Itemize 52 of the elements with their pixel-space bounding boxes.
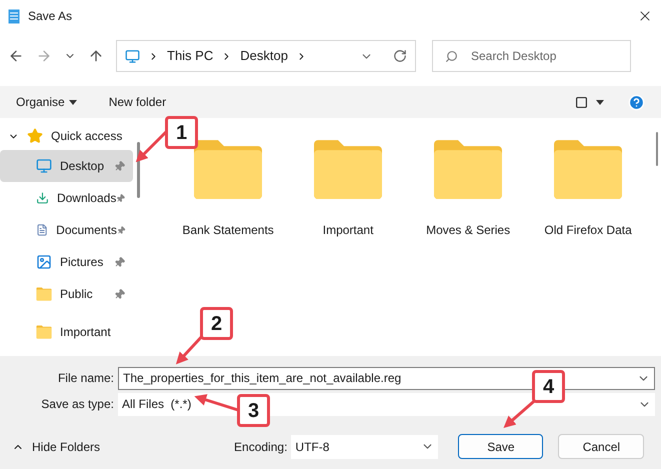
up-icon[interactable] [88, 48, 104, 64]
encoding-dropdown[interactable]: UTF-8 [291, 434, 438, 458]
callout-number: 3 [237, 394, 270, 427]
sidebar-item[interactable]: Quick access [0, 122, 134, 150]
caret-icon [68, 100, 77, 104]
callout-number: 2 [200, 307, 233, 340]
folder-icon [552, 138, 624, 200]
search-field[interactable]: Search Desktop [432, 40, 631, 72]
folder-icon [432, 138, 504, 200]
callout-number: 1 [165, 116, 198, 149]
sidebar-item[interactable]: Pictures [0, 246, 134, 278]
field-label: File name: [56, 370, 115, 387]
sidebar-item[interactable]: Desktop [0, 150, 134, 182]
folder-item[interactable]: Old Firefox Data [528, 138, 648, 240]
view-icon[interactable] [575, 96, 588, 108]
back-icon[interactable] [8, 48, 24, 64]
monitor-icon [36, 158, 52, 174]
annotation-arrow [194, 394, 238, 412]
folder-icon [312, 138, 384, 200]
folder-icon [36, 287, 52, 301]
save-button[interactable]: Save [458, 434, 544, 459]
breadcrumb-item[interactable]: This PC [167, 46, 214, 66]
scrollbar[interactable] [137, 142, 140, 198]
help-icon[interactable] [628, 94, 645, 110]
caret-icon[interactable] [596, 100, 604, 104]
folder-icon [36, 325, 52, 339]
download-icon [36, 190, 49, 206]
field-label: Save as type: [40, 396, 115, 413]
star-icon [27, 128, 43, 144]
scrollbar[interactable] [656, 132, 658, 166]
folder-icon [192, 138, 264, 200]
breadcrumb-item[interactable]: Desktop [240, 46, 288, 66]
folder-item[interactable]: Moves & Series [408, 138, 528, 240]
window-title: Save As [28, 8, 72, 25]
sidebar-item[interactable]: Public [0, 278, 134, 310]
sidebar-item[interactable]: Documents [0, 214, 134, 246]
toolbar-button[interactable]: New folder [108, 93, 166, 111]
search-icon [445, 50, 458, 63]
hide-folders-button[interactable]: Hide Folders [12, 438, 100, 456]
toolbar-button[interactable]: Organise [16, 93, 77, 111]
callout-number: 4 [532, 370, 565, 403]
notepad-icon [8, 8, 20, 24]
address-bar[interactable]: This PC Desktop [116, 40, 416, 72]
monitor-icon [125, 48, 140, 64]
picture-icon [36, 254, 52, 270]
cancel-button[interactable]: Cancel [558, 434, 644, 459]
sidebar-item[interactable]: Downloads [0, 182, 134, 214]
folder-item[interactable]: Important [288, 138, 408, 240]
sidebar-item[interactable]: Important [0, 316, 134, 348]
field-label: Encoding: [234, 438, 288, 456]
refresh-icon[interactable] [393, 49, 407, 63]
document-icon [36, 222, 48, 238]
